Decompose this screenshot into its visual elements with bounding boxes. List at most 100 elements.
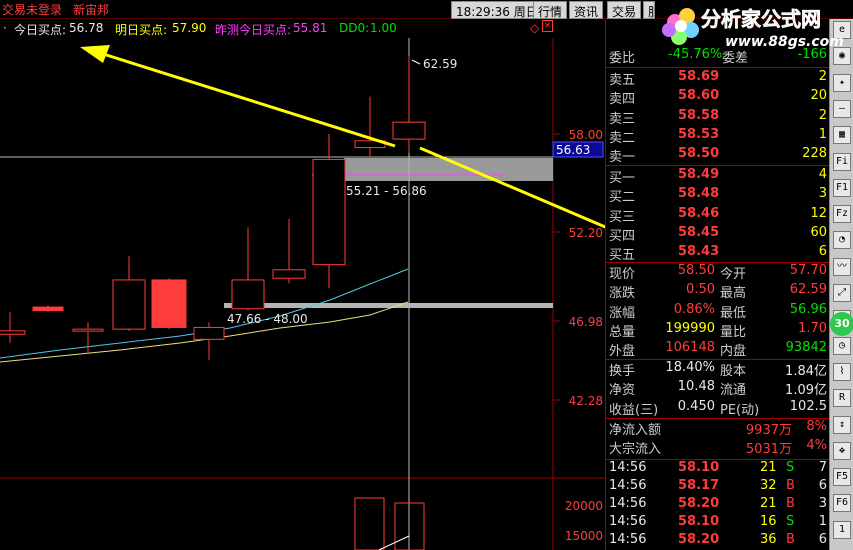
f2-icon[interactable]: Fz (833, 205, 851, 224)
dd0-value: 1.00 (370, 21, 397, 35)
watermark-url: www.88gs.com (725, 34, 844, 50)
stat-label: 现价 (609, 267, 636, 282)
tick-volume: 21 (760, 496, 777, 511)
finance-icon[interactable]: Fi (833, 152, 851, 171)
separator (606, 165, 830, 166)
ask-row[interactable]: 卖五 58.69 2 (606, 69, 830, 88)
stat-value: 199990 (665, 320, 715, 336)
tick-count: 1 (818, 514, 827, 529)
stat-value-2: 1.70 (798, 320, 827, 336)
one-icon[interactable]: 1 (833, 520, 851, 539)
flow-percent: 8% (806, 419, 827, 434)
ask-row[interactable]: 卖四 58.60 20 (606, 88, 830, 107)
menu-service[interactable]: 服务 (643, 1, 655, 19)
stat-label-2: 今开 (720, 267, 747, 282)
tick-side: S (786, 514, 795, 529)
trend-icon[interactable]: 〰 (833, 257, 851, 276)
bid-row[interactable]: 买三 58.46 12 (606, 206, 830, 225)
ask-label: 卖二 (609, 130, 636, 146)
bid-label: 买五 (609, 248, 636, 264)
ask-volume: 228 (802, 146, 827, 162)
ask-price: 58.60 (678, 88, 720, 104)
tick-row[interactable]: 14:56 58.20 36 B 6 (606, 532, 830, 550)
zone-upper-label: 55.21 - 56.86 (346, 184, 427, 198)
rsi-icon[interactable]: R (833, 389, 851, 408)
f1-icon[interactable]: F1 (833, 178, 851, 197)
stat-row: 总量 199990 量比 1.70 (606, 321, 830, 340)
flow-label: 大宗流入 (609, 442, 662, 458)
fund-label-2: PE(动) (720, 402, 760, 418)
tick-time: 14:56 (609, 496, 647, 511)
menu-trade[interactable]: 交易 (607, 1, 642, 19)
bid-row[interactable]: 买二 58.48 3 (606, 186, 830, 205)
stat-value: 58.50 (677, 263, 715, 278)
stock-name: 新宙邦 (73, 3, 110, 17)
float-badge[interactable]: 30 (830, 312, 853, 336)
info-dot-icon: · (3, 21, 7, 35)
tick-row[interactable]: 14:56 58.20 21 B 3 (606, 496, 830, 515)
fund-label-2: 流通 (720, 383, 747, 399)
yellow-arrow-line (99, 51, 396, 148)
updown-icon[interactable]: ↕ (833, 415, 851, 434)
kline-chart[interactable]: 58.00 52.20 46.98 42.28 20000 15000 56.63 62.5… (0, 38, 605, 550)
grid-icon[interactable]: ▦ (833, 126, 851, 145)
stat-label: 涨幅 (609, 305, 636, 321)
line-icon[interactable]: — (833, 99, 851, 118)
high-marker (411, 59, 421, 65)
ask-volume: 2 (818, 69, 827, 84)
candle-body (151, 279, 187, 328)
tick-side: B (786, 478, 795, 493)
fund-value: 10.48 (677, 379, 715, 395)
menu-quotes[interactable]: 行情 (533, 1, 568, 19)
fund-value-2: 1.84亿 (785, 364, 827, 379)
tick-row[interactable]: 14:56 58.10 21 S 7 (606, 460, 830, 479)
diamond-icon[interactable]: ◇ (530, 21, 539, 35)
weibi-label: 委比 (609, 51, 636, 66)
watermark-title: 分析家公式网 (701, 7, 821, 31)
ask-price: 58.50 (678, 146, 720, 162)
fund-value: 18.40% (665, 360, 715, 375)
zone-lower-label: 47.66 - 48.00 (227, 312, 308, 326)
pie-icon[interactable]: ◔ (833, 231, 851, 250)
tick-volume: 32 (760, 478, 777, 493)
f6-icon[interactable]: F6 (833, 494, 851, 513)
price-tick-label: 52.20 (569, 226, 603, 240)
stat-label-2: 最低 (720, 305, 747, 321)
tick-volume: 21 (760, 460, 777, 475)
tick-row[interactable]: 14:56 58.10 16 S 1 (606, 514, 830, 533)
moving-averages (0, 268, 409, 363)
ask-row[interactable]: 卖一 58.50 228 (606, 146, 830, 165)
flow-row: 净流入额 9937万 8% (606, 419, 830, 438)
chart-grid (0, 38, 605, 550)
clock-time: 18:29:36 (456, 5, 510, 19)
bid-price: 58.45 (678, 224, 720, 240)
wave-icon[interactable]: ⌇ (833, 362, 851, 381)
bid-row[interactable]: 买一 58.49 4 (606, 167, 830, 186)
tick-time: 14:56 (609, 514, 647, 529)
stat-label-2: 最高 (720, 286, 747, 302)
tick-row[interactable]: 14:56 58.17 32 B 6 (606, 478, 830, 497)
menu-news[interactable]: 资讯 (569, 1, 604, 19)
ask-row[interactable]: 卖二 58.53 1 (606, 127, 830, 146)
stat-value: 106148 (665, 340, 715, 356)
favorite-icon[interactable]: ✦ (833, 73, 851, 92)
account-status[interactable]: 交易未登录 (2, 1, 62, 18)
flow-percent: 4% (806, 438, 827, 454)
candle-body (312, 158, 346, 266)
fund-label-2: 股本 (720, 364, 747, 379)
today-buy-label: 今日买点: (14, 23, 67, 37)
bid-row[interactable]: 买五 58.43 6 (606, 244, 830, 263)
timer-icon[interactable]: ◷ (833, 336, 851, 355)
tick-side: S (786, 460, 795, 475)
close-panel-icon[interactable]: × (542, 20, 553, 32)
flow-row: 大宗流入 5031万 4% (606, 438, 830, 457)
ask-label: 卖四 (609, 92, 636, 108)
f5-icon[interactable]: F5 (833, 468, 851, 487)
move-icon[interactable]: ✥ (833, 441, 851, 460)
kline-icon[interactable]: ⤢ (833, 284, 851, 302)
bid-row[interactable]: 买四 58.45 60 (606, 225, 830, 244)
stat-row: 外盘 106148 内盘 93842 (606, 340, 830, 359)
bid-price: 58.48 (678, 186, 720, 202)
ask-row[interactable]: 卖三 58.58 2 (606, 108, 830, 127)
tick-price: 58.10 (678, 514, 720, 529)
